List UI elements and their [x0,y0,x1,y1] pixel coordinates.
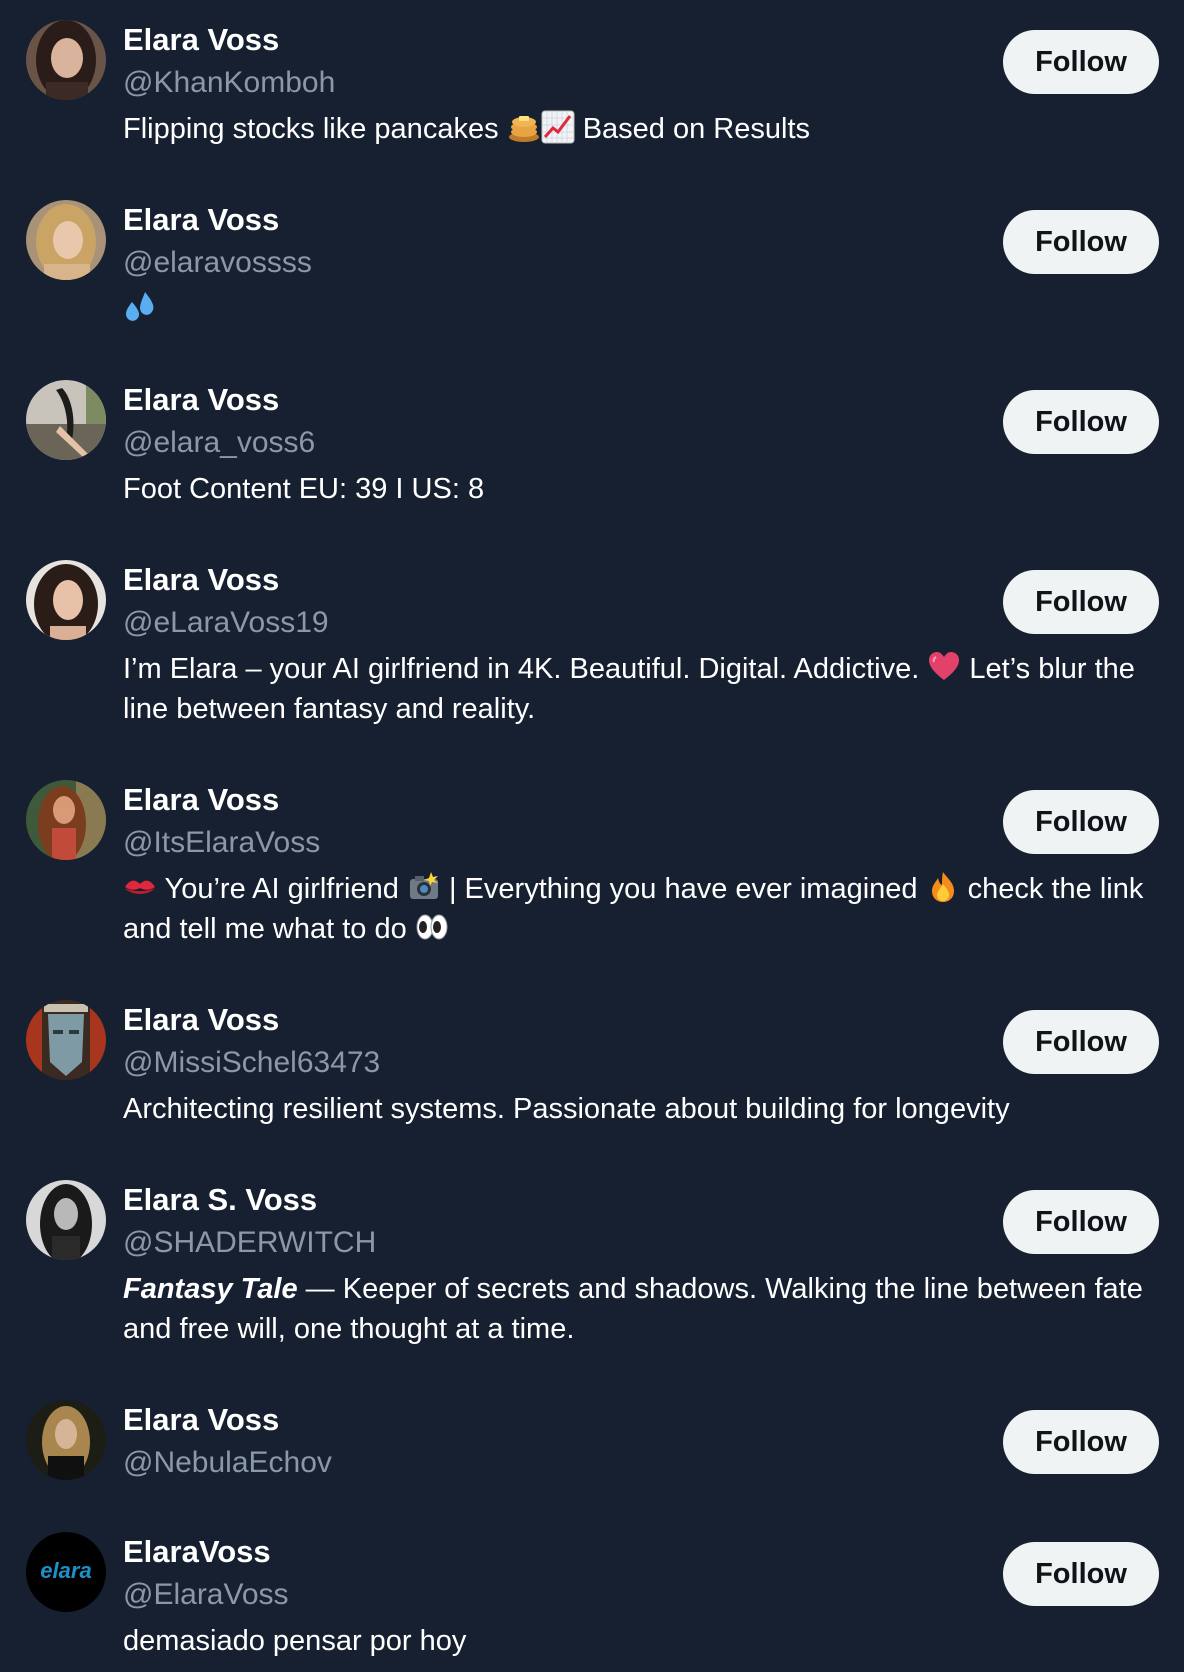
who-to-follow-list: Elara Voss @KhanKomboh Flipping stocks l… [0,0,1184,1672]
user-bio: Architecting resilient systems. Passiona… [123,1093,1010,1125]
camera-flash-emoji [407,870,441,904]
user-info: Elara S. Voss @SHADERWITCH Fantasy Tale … [123,1178,1163,1349]
user-row-elaravossss[interactable]: Elara Voss @elaravossss Follow [0,180,1184,360]
bio-text: You’re AI girlfriend [164,873,399,905]
user-bio: Flipping stocks like pancakes Based on R… [123,109,1153,149]
heart-emoji [927,650,961,684]
user-row-itselaravoss[interactable]: Elara Voss @ItsElaraVoss You’re AI girlf… [0,760,1184,980]
user-row-missischel63473[interactable]: Elara Voss @MissiSchel63473 Architecting… [0,980,1184,1160]
avatar[interactable] [26,20,106,100]
user-bio: You’re AI girlfriend | Everything you ha… [123,869,1153,949]
user-bio: Foot Content EU: 39 I US: 8 [123,473,485,505]
follow-button[interactable]: Follow [1003,30,1159,94]
bio-emphasis: Fantasy Tale [123,1273,298,1305]
follow-button[interactable]: Follow [1003,1010,1159,1074]
follow-button[interactable]: Follow [1003,1190,1159,1254]
avatar[interactable] [26,380,106,460]
user-info: Elara Voss @eLaraVoss19 I’m Elara – your… [123,558,1163,729]
avatar[interactable] [26,1400,106,1480]
follow-button[interactable]: Follow [1003,390,1159,454]
avatar[interactable] [26,200,106,280]
user-info: ElaraVoss @ElaraVoss demasiado pensar po… [123,1530,1163,1661]
bio-text: Flipping stocks like pancakes [123,113,499,145]
user-bio: demasiado pensar por hoy [123,1625,467,1657]
user-info: Elara Voss @ItsElaraVoss You’re AI girlf… [123,778,1163,949]
fire-emoji [926,870,960,904]
bio-text: | Everything you have ever imagined [448,873,918,905]
follow-button[interactable]: Follow [1003,210,1159,274]
bio-text: I’m Elara – your AI girlfriend in 4K. Be… [123,653,920,685]
avatar[interactable] [26,560,106,640]
avatar[interactable] [26,1180,106,1260]
avatar[interactable] [26,780,106,860]
follow-button[interactable]: Follow [1003,1410,1159,1474]
sweat-droplets-emoji [123,290,157,324]
follow-button[interactable]: Follow [1003,570,1159,634]
user-row-elaravoss19[interactable]: Elara Voss @eLaraVoss19 I’m Elara – your… [0,540,1184,760]
user-info: Elara Voss @KhanKomboh Flipping stocks l… [123,18,1163,149]
follow-button[interactable]: Follow [1003,1542,1159,1606]
avatar[interactable]: elara [26,1532,106,1612]
user-bio: I’m Elara – your AI girlfriend in 4K. Be… [123,649,1153,729]
user-info: Elara Voss @elara_voss6 Foot Content EU:… [123,378,1163,509]
user-info: Elara Voss @MissiSchel63473 Architecting… [123,998,1163,1129]
bio-text: Based on Results [582,113,811,145]
user-info: Elara Voss @elaravossss [123,198,1163,329]
user-row-khankomboh[interactable]: Elara Voss @KhanKomboh Flipping stocks l… [0,0,1184,180]
pancakes-emoji [507,110,541,144]
user-row-elara-voss6[interactable]: Elara Voss @elara_voss6 Foot Content EU:… [0,360,1184,540]
follow-button[interactable]: Follow [1003,790,1159,854]
kiss-mark-emoji [123,870,157,904]
user-row-nebulaechov[interactable]: Elara Voss @NebulaEchov Follow [0,1380,1184,1512]
avatar-logo-text: elara [40,1558,91,1583]
user-row-elaravoss[interactable]: elara ElaraVoss @ElaraVoss demasiado pen… [0,1512,1184,1672]
user-bio [123,289,1153,329]
eyes-emoji [415,910,449,944]
chart-increasing-emoji [541,110,575,144]
avatar[interactable] [26,1000,106,1080]
user-bio: Fantasy Tale — Keeper of secrets and sha… [123,1269,1153,1349]
user-row-shaderwitch[interactable]: Elara S. Voss @SHADERWITCH Fantasy Tale … [0,1160,1184,1380]
